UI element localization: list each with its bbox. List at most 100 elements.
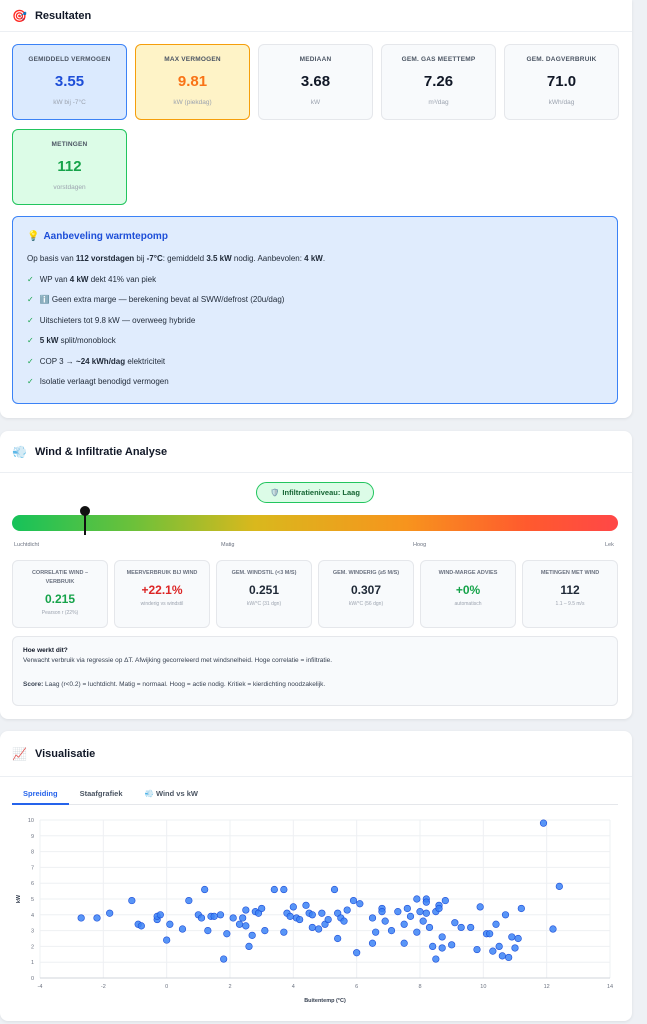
- wind-stat-label: WIND-MARGE ADVIES: [438, 570, 498, 576]
- tab-wind-vs-kw[interactable]: 💨 Wind vs kW: [134, 785, 209, 805]
- check-icon: ✓: [27, 274, 34, 284]
- advice-item: ✓ ℹ️ Geen extra marge — berekening bevat …: [27, 290, 603, 311]
- advice-text: elektriciteit: [125, 356, 166, 366]
- advice-title-text: Aanbeveling warmtepomp: [43, 231, 168, 242]
- check-icon: ✓: [27, 377, 34, 387]
- infiltration-scale-bar: [12, 515, 618, 531]
- advice-title: 💡 Aanbeveling warmtepomp: [27, 231, 603, 242]
- data-point: [220, 955, 228, 963]
- data-point: [216, 911, 225, 919]
- x-tick-label: 0: [165, 984, 168, 990]
- scale-label-high: Hoog: [413, 542, 427, 548]
- data-point: [166, 920, 174, 928]
- y-axis-label: kW: [16, 894, 22, 903]
- data-point: [245, 942, 253, 950]
- advice-intro-part: bij: [134, 254, 147, 263]
- data-point: [416, 908, 424, 916]
- data-point: [400, 939, 408, 947]
- advice-intro-bold: -7°C: [146, 254, 163, 263]
- target-icon: 🎯: [12, 8, 27, 23]
- explanation-text: Verwacht verbruik via regressie op ΔT. A…: [23, 657, 333, 664]
- data-point: [486, 930, 494, 938]
- lightbulb-icon: 💡: [27, 231, 40, 242]
- data-point: [511, 944, 519, 952]
- wind-stat-value: 0.215: [44, 592, 76, 606]
- wind-stat-extra-usage: MEERVERBRUIK BIJ WIND +22.1% winderig vs…: [114, 560, 210, 628]
- y-tick-label: 4: [31, 913, 34, 919]
- wind-stat-sub: kW/°C (31 dgn): [246, 601, 282, 607]
- y-tick-label: 0: [31, 976, 34, 982]
- data-point: [248, 931, 256, 939]
- data-point: [473, 945, 481, 954]
- advice-text: COP 3 →: [39, 356, 77, 366]
- advice-item: ✓ WP van 4 kW dekt 41% van piek: [27, 269, 603, 290]
- advice-intro-bold: 4 kW: [304, 254, 323, 263]
- wind-stat-measurements: METINGEN MET WIND 112 1.1 – 9.5 m/s: [522, 560, 618, 628]
- infiltration-marker-dot: [79, 506, 90, 516]
- stat-label: MEDIAAN: [299, 56, 332, 63]
- data-point: [77, 914, 85, 922]
- x-tick-label: 14: [607, 984, 613, 990]
- stat-value: 3.68: [300, 73, 331, 90]
- stat-label: MAX VERMOGEN: [164, 56, 221, 63]
- results-header: 🎯 Resultaten: [0, 0, 632, 32]
- data-point: [394, 908, 402, 916]
- wind-stat-label: CORRELATIE WIND – VERBRUIK: [31, 570, 89, 585]
- wind-stat-sub: Pearson r (22%): [41, 610, 79, 616]
- y-tick-label: 6: [31, 881, 34, 887]
- advice-bold: 5 kW: [39, 336, 59, 346]
- y-tick-label: 2: [31, 944, 34, 950]
- data-point: [422, 909, 430, 917]
- advice-text: WP van: [39, 274, 70, 284]
- stat-value: 112: [57, 158, 82, 175]
- infiltration-badge-text: Infiltratieniveau: Laag: [282, 488, 360, 497]
- data-point: [340, 917, 348, 925]
- data-point: [128, 896, 136, 905]
- stat-unit: kW (piekdag): [173, 99, 212, 106]
- tab-scatter[interactable]: Spreiding: [12, 785, 69, 805]
- data-point: [204, 926, 212, 935]
- data-point: [201, 885, 209, 894]
- stat-card-median: MEDIAAN 3.68 kW: [258, 44, 373, 120]
- data-point: [368, 939, 377, 947]
- y-tick-label: 8: [31, 850, 34, 856]
- data-point: [270, 885, 278, 894]
- check-icon: ✓: [27, 315, 34, 325]
- data-point: [356, 900, 364, 908]
- stat-label: GEMIDDELD VERMOGEN: [28, 56, 111, 63]
- data-point: [403, 904, 411, 913]
- data-point: [353, 949, 361, 957]
- data-point: [489, 947, 497, 955]
- data-point: [517, 904, 525, 913]
- wind-stat-value: 0.307: [350, 583, 382, 597]
- data-point: [422, 898, 430, 906]
- data-point: [467, 923, 475, 932]
- scale-label-leaky: Lek: [605, 542, 614, 548]
- data-point: [137, 922, 145, 930]
- data-point: [448, 941, 456, 949]
- data-point: [242, 922, 250, 930]
- explanation-score: Score: Laag (r<0.2) = luchtdicht. Matig …: [23, 681, 607, 688]
- data-point: [315, 925, 323, 933]
- data-point: [413, 928, 421, 936]
- advice-item: ✓ COP 3 → ~24 kWh/dag elektriciteit: [27, 351, 603, 372]
- data-point: [549, 925, 557, 933]
- stat-card-avg-power: GEMIDDELD VERMOGEN 3.55 kW bij -7°C: [12, 44, 127, 120]
- heatpump-advice-box: 💡 Aanbeveling warmtepomp Op basis van 11…: [12, 216, 618, 404]
- data-point: [501, 911, 510, 919]
- data-point: [163, 936, 171, 944]
- x-tick-label: -4: [38, 984, 43, 990]
- data-point: [210, 912, 218, 920]
- explanation-heading: Hoe werkt dit?: [23, 647, 68, 654]
- scatter-chart: 012345678910-4 -2 0 2 4 6 8 10 12 14Buitentemp (°…: [16, 818, 613, 1004]
- y-tick-label: 1: [31, 960, 34, 966]
- advice-intro-part: Op basis van: [27, 254, 76, 263]
- advice-bold: 4 kW: [69, 274, 89, 284]
- results-title: Resultaten: [34, 9, 92, 22]
- data-point: [508, 933, 516, 941]
- check-icon: ✓: [27, 336, 34, 346]
- y-tick-label: 10: [28, 818, 34, 824]
- tab-bar-chart[interactable]: Staafgrafiek: [69, 785, 134, 805]
- check-icon: ✓: [27, 356, 34, 366]
- advice-bold: ~24 kWh/dag: [76, 356, 126, 366]
